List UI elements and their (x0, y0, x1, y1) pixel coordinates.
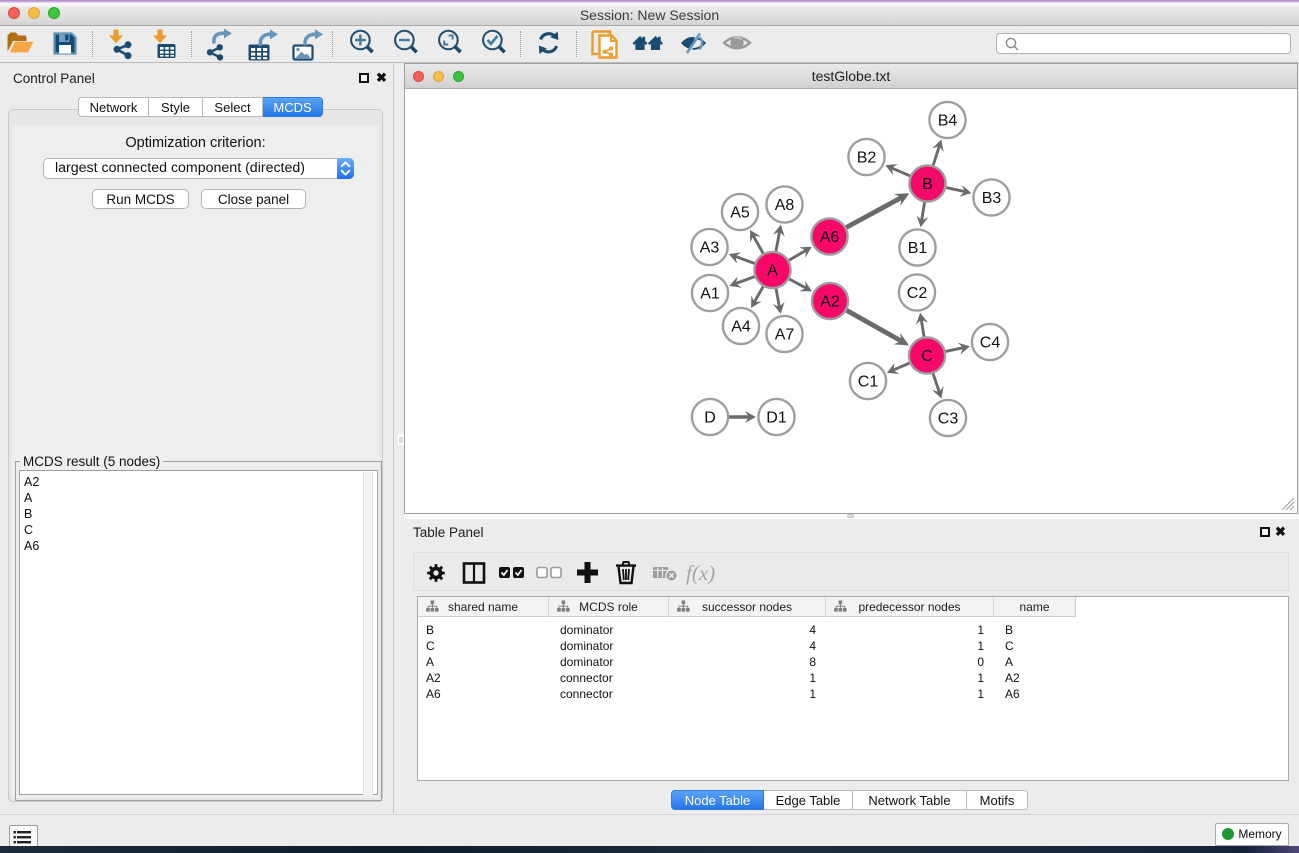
svg-text:A7: A7 (775, 327, 795, 344)
svg-text:B3: B3 (982, 190, 1002, 207)
svg-text:B: B (922, 176, 933, 193)
svg-text:A1: A1 (700, 286, 720, 303)
svg-text:A6: A6 (820, 229, 840, 246)
svg-text:C1: C1 (858, 374, 879, 391)
svg-text:C2: C2 (907, 285, 928, 302)
svg-text:D: D (704, 410, 716, 427)
svg-text:A5: A5 (730, 205, 750, 222)
svg-text:A2: A2 (820, 294, 840, 311)
svg-text:B1: B1 (908, 240, 928, 257)
svg-text:A: A (767, 263, 778, 280)
svg-text:D1: D1 (766, 410, 787, 427)
svg-text:C: C (921, 348, 933, 365)
svg-text:A3: A3 (700, 240, 720, 257)
svg-text:A4: A4 (731, 319, 751, 336)
svg-text:B2: B2 (857, 150, 877, 167)
svg-text:B4: B4 (938, 113, 958, 130)
svg-text:C4: C4 (980, 335, 1001, 352)
svg-text:A8: A8 (775, 197, 795, 214)
svg-text:C3: C3 (938, 411, 959, 428)
